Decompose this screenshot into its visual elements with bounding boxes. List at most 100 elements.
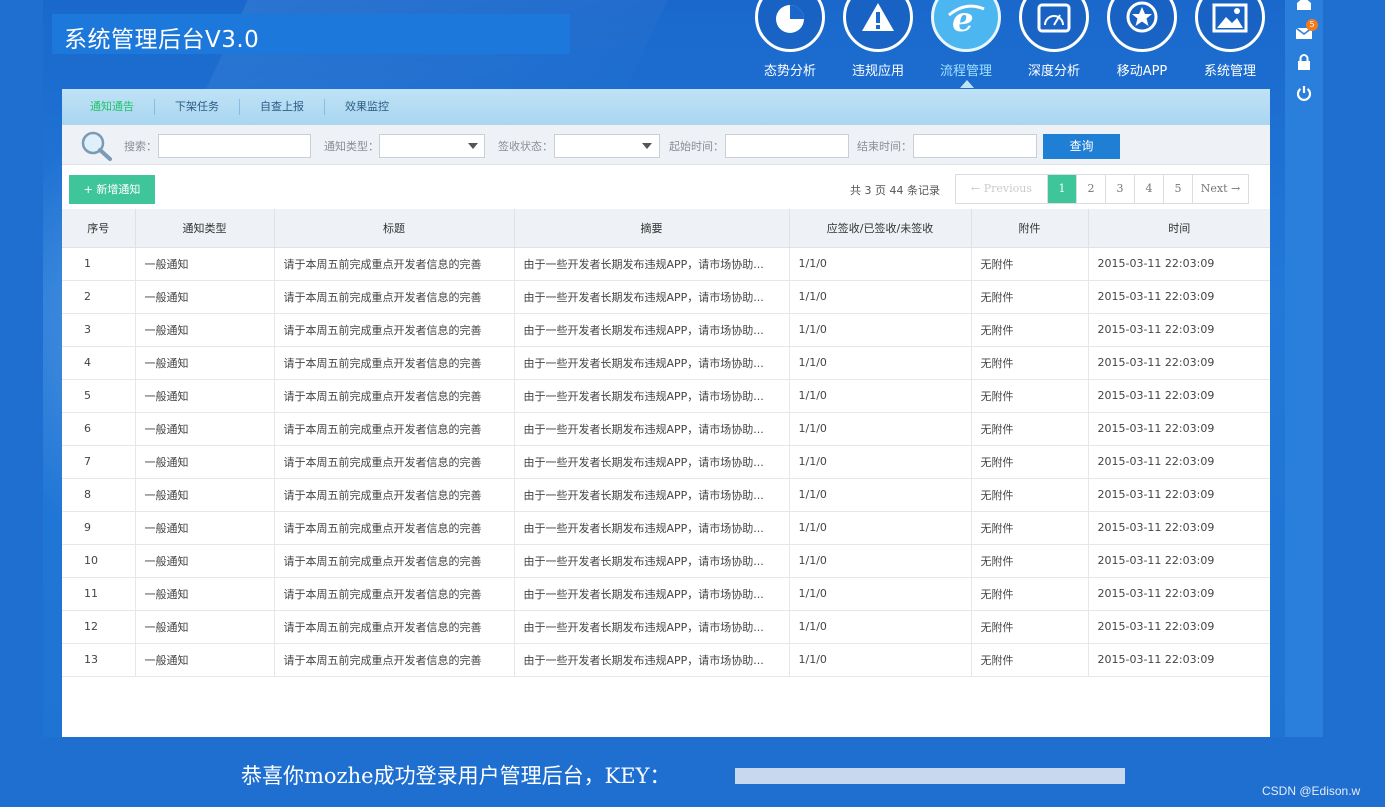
table-cell: 无附件: [971, 247, 1089, 281]
power-icon[interactable]: [1295, 84, 1313, 102]
page-1-button[interactable]: 1: [1048, 175, 1077, 203]
search-label: 搜索：: [124, 140, 157, 153]
add-notice-button[interactable]: + 新增通知: [69, 175, 155, 204]
table-cell: 由于一些开发者长期发布违规APP，请市场协助...: [514, 247, 790, 281]
table-row[interactable]: 13 一般通知 请于本周五前完成重点开发者信息的完善 由于一些开发者长期发布违规APP…: [62, 643, 1270, 677]
search-icon: [81, 131, 112, 161]
page-2-button[interactable]: 2: [1077, 175, 1106, 203]
table-row[interactable]: 2 一般通知 请于本周五前完成重点开发者信息的完善 由于一些开发者长期发布违规APP，…: [62, 280, 1270, 314]
table-cell: 请于本周五前完成重点开发者信息的完善: [274, 280, 515, 314]
table-cell: 2: [62, 280, 136, 314]
table-cell: 一般通知: [135, 511, 275, 545]
table-row[interactable]: 10 一般通知 请于本周五前完成重点开发者信息的完善 由于一些开发者长期发布违规APP…: [62, 544, 1270, 578]
tab-self-check-report[interactable]: 自查上报: [240, 99, 325, 115]
table-cell: 一般通知: [135, 577, 275, 611]
table-cell: 由于一些开发者长期发布违规APP，请市场协助...: [514, 511, 790, 545]
home-icon[interactable]: [1295, 0, 1313, 12]
page-5-button[interactable]: 5: [1164, 175, 1193, 203]
page-4-button[interactable]: 4: [1135, 175, 1164, 203]
tab-effect-monitoring[interactable]: 效果监控: [325, 99, 409, 115]
table-cell: 1: [62, 247, 136, 281]
search-input[interactable]: [158, 134, 311, 158]
table-row[interactable]: 1 一般通知 请于本周五前完成重点开发者信息的完善 由于一些开发者长期发布违规APP，…: [62, 247, 1270, 281]
table-cell: 请于本周五前完成重点开发者信息的完善: [274, 643, 515, 677]
active-nav-caret: [960, 80, 974, 88]
table-cell: 13: [62, 643, 136, 677]
table-cell: 一般通知: [135, 610, 275, 644]
chevron-down-icon: [642, 143, 652, 149]
table-cell: 2015-03-11 22:03:09: [1088, 280, 1270, 314]
nav-label: 流程管理: [939, 64, 992, 79]
table-cell: 1/1/0: [789, 445, 972, 479]
next-page-button[interactable]: Next →: [1193, 175, 1248, 203]
table-cell: 2015-03-11 22:03:09: [1088, 379, 1270, 413]
table-cell: 请于本周五前完成重点开发者信息的完善: [274, 247, 515, 281]
table-cell: 1/1/0: [789, 478, 972, 512]
table-cell: 1/1/0: [789, 247, 972, 281]
table-cell: 6: [62, 412, 136, 446]
login-success-message: 恭喜你mozhe成功登录用户管理后台，KEY：: [241, 764, 671, 788]
pagination: ← Previous 1 2 3 4 5 Next →: [955, 174, 1249, 204]
app-title: 系统管理后台V3.0: [64, 27, 260, 53]
table-cell: 3: [62, 313, 136, 347]
table-row[interactable]: 3 一般通知 请于本周五前完成重点开发者信息的完善 由于一些开发者长期发布违规APP，…: [62, 313, 1270, 347]
table-cell: 1/1/0: [789, 610, 972, 644]
table-row[interactable]: 6 一般通知 请于本周五前完成重点开发者信息的完善 由于一些开发者长期发布违规APP，…: [62, 412, 1270, 446]
tab-notices[interactable]: 通知通告: [70, 99, 155, 115]
column-header: 时间: [1088, 209, 1270, 248]
table-row[interactable]: 4 一般通知 请于本周五前完成重点开发者信息的完善 由于一些开发者长期发布违规APP，…: [62, 346, 1270, 380]
table-row[interactable]: 7 一般通知 请于本周五前完成重点开发者信息的完善 由于一些开发者长期发布违规APP，…: [62, 445, 1270, 479]
table-cell: 2015-03-11 22:03:09: [1088, 511, 1270, 545]
table-cell: 由于一些开发者长期发布违规APP，请市场协助...: [514, 610, 790, 644]
table-cell: 10: [62, 544, 136, 578]
table-cell: 1/1/0: [789, 379, 972, 413]
nav-label: 深度分析: [1027, 64, 1080, 79]
column-header: 序号: [62, 209, 136, 248]
sub-tabs: 通知通告 下架任务 自查上报 效果监控: [62, 89, 1270, 125]
nav-label: 系统管理: [1203, 64, 1256, 79]
table-cell: 7: [62, 445, 136, 479]
table-cell: 2015-03-11 22:03:09: [1088, 412, 1270, 446]
nav-label: 移动APP: [1116, 64, 1168, 79]
redacted-key: [735, 768, 1125, 784]
tab-takedown-tasks[interactable]: 下架任务: [155, 99, 240, 115]
table-cell: 一般通知: [135, 643, 275, 677]
table-cell: 请于本周五前完成重点开发者信息的完善: [274, 445, 515, 479]
table-cell: 1/1/0: [789, 577, 972, 611]
nav-label: 违规应用: [851, 64, 904, 79]
table-cell: 12: [62, 610, 136, 644]
table-cell: 请于本周五前完成重点开发者信息的完善: [274, 346, 515, 380]
query-button[interactable]: 查询: [1043, 134, 1120, 159]
column-header: 附件: [971, 209, 1089, 248]
table-cell: 1/1/0: [789, 544, 972, 578]
end-time-input[interactable]: [913, 134, 1037, 158]
table-cell: 2015-03-11 22:03:09: [1088, 643, 1270, 677]
table-cell: 无附件: [971, 346, 1089, 380]
table-cell: 一般通知: [135, 313, 275, 347]
table-row[interactable]: 11 一般通知 请于本周五前完成重点开发者信息的完善 由于一些开发者长期发布违规APP…: [62, 577, 1270, 611]
table-cell: 一般通知: [135, 412, 275, 446]
table-cell: 2015-03-11 22:03:09: [1088, 346, 1270, 380]
column-header: 应签收/已签收/未签收: [789, 209, 972, 248]
table-cell: 5: [62, 379, 136, 413]
table-row[interactable]: 5 一般通知 请于本周五前完成重点开发者信息的完善 由于一些开发者长期发布违规APP，…: [62, 379, 1270, 413]
start-time-input[interactable]: [725, 134, 849, 158]
start-time-label: 起始时间：: [669, 140, 724, 153]
table-row[interactable]: 9 一般通知 请于本周五前完成重点开发者信息的完善 由于一些开发者长期发布违规APP，…: [62, 511, 1270, 545]
content-panel: 通知通告 下架任务 自查上报 效果监控 搜索： 通知类型： 签收状态： 起始时间…: [62, 89, 1270, 737]
table-cell: 由于一些开发者长期发布违规APP，请市场协助...: [514, 412, 790, 446]
page-3-button[interactable]: 3: [1106, 175, 1135, 203]
table-row[interactable]: 12 一般通知 请于本周五前完成重点开发者信息的完善 由于一些开发者长期发布违规APP…: [62, 610, 1270, 644]
lock-icon[interactable]: [1295, 53, 1313, 71]
table-cell: 2015-03-11 22:03:09: [1088, 445, 1270, 479]
table-cell: 一般通知: [135, 280, 275, 314]
table-cell: 请于本周五前完成重点开发者信息的完善: [274, 544, 515, 578]
table-cell: 一般通知: [135, 346, 275, 380]
table-cell: 2015-03-11 22:03:09: [1088, 313, 1270, 347]
sign-status-label: 签收状态：: [498, 140, 553, 153]
table-cell: 1/1/0: [789, 280, 972, 314]
table-cell: 由于一些开发者长期发布违规APP，请市场协助...: [514, 544, 790, 578]
previous-page-button[interactable]: ← Previous: [956, 175, 1048, 203]
mail-badge: 5: [1306, 19, 1318, 31]
table-row[interactable]: 8 一般通知 请于本周五前完成重点开发者信息的完善 由于一些开发者长期发布违规APP，…: [62, 478, 1270, 512]
